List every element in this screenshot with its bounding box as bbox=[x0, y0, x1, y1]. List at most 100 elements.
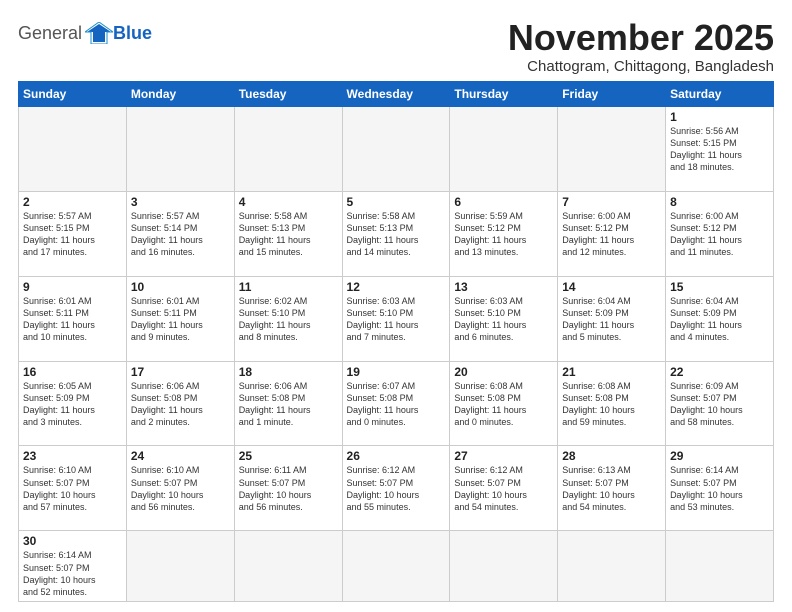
day-number: 22 bbox=[670, 365, 769, 379]
calendar-cell: 15Sunrise: 6:04 AM Sunset: 5:09 PM Dayli… bbox=[666, 276, 774, 361]
calendar-week-row: 30Sunrise: 6:14 AM Sunset: 5:07 PM Dayli… bbox=[19, 531, 774, 602]
calendar-cell: 23Sunrise: 6:10 AM Sunset: 5:07 PM Dayli… bbox=[19, 446, 127, 531]
calendar-cell: 28Sunrise: 6:13 AM Sunset: 5:07 PM Dayli… bbox=[558, 446, 666, 531]
day-info: Sunrise: 6:13 AM Sunset: 5:07 PM Dayligh… bbox=[562, 464, 661, 513]
day-info: Sunrise: 6:12 AM Sunset: 5:07 PM Dayligh… bbox=[347, 464, 446, 513]
calendar-cell bbox=[450, 531, 558, 602]
day-info: Sunrise: 6:07 AM Sunset: 5:08 PM Dayligh… bbox=[347, 380, 446, 429]
calendar-cell bbox=[342, 106, 450, 191]
calendar-cell: 2Sunrise: 5:57 AM Sunset: 5:15 PM Daylig… bbox=[19, 191, 127, 276]
calendar-cell bbox=[558, 106, 666, 191]
day-number: 26 bbox=[347, 449, 446, 463]
month-title: November 2025 bbox=[508, 18, 774, 58]
day-number: 9 bbox=[23, 280, 122, 294]
day-number: 11 bbox=[239, 280, 338, 294]
logo: General Blue bbox=[18, 22, 152, 44]
day-info: Sunrise: 6:09 AM Sunset: 5:07 PM Dayligh… bbox=[670, 380, 769, 429]
day-number: 23 bbox=[23, 449, 122, 463]
day-number: 17 bbox=[131, 365, 230, 379]
calendar-week-row: 1Sunrise: 5:56 AM Sunset: 5:15 PM Daylig… bbox=[19, 106, 774, 191]
day-number: 8 bbox=[670, 195, 769, 209]
calendar-cell bbox=[558, 531, 666, 602]
day-number: 4 bbox=[239, 195, 338, 209]
calendar-cell: 13Sunrise: 6:03 AM Sunset: 5:10 PM Dayli… bbox=[450, 276, 558, 361]
day-number: 15 bbox=[670, 280, 769, 294]
calendar-cell: 24Sunrise: 6:10 AM Sunset: 5:07 PM Dayli… bbox=[126, 446, 234, 531]
day-info: Sunrise: 6:01 AM Sunset: 5:11 PM Dayligh… bbox=[23, 295, 122, 344]
day-info: Sunrise: 5:57 AM Sunset: 5:15 PM Dayligh… bbox=[23, 210, 122, 259]
calendar-cell: 21Sunrise: 6:08 AM Sunset: 5:08 PM Dayli… bbox=[558, 361, 666, 446]
day-number: 25 bbox=[239, 449, 338, 463]
calendar-cell: 30Sunrise: 6:14 AM Sunset: 5:07 PM Dayli… bbox=[19, 531, 127, 602]
day-info: Sunrise: 6:10 AM Sunset: 5:07 PM Dayligh… bbox=[23, 464, 122, 513]
day-info: Sunrise: 6:12 AM Sunset: 5:07 PM Dayligh… bbox=[454, 464, 553, 513]
day-info: Sunrise: 6:14 AM Sunset: 5:07 PM Dayligh… bbox=[23, 549, 122, 598]
calendar-week-row: 9Sunrise: 6:01 AM Sunset: 5:11 PM Daylig… bbox=[19, 276, 774, 361]
weekday-header-wednesday: Wednesday bbox=[342, 81, 450, 106]
day-number: 27 bbox=[454, 449, 553, 463]
calendar-cell: 17Sunrise: 6:06 AM Sunset: 5:08 PM Dayli… bbox=[126, 361, 234, 446]
calendar-table: SundayMondayTuesdayWednesdayThursdayFrid… bbox=[18, 81, 774, 602]
day-number: 16 bbox=[23, 365, 122, 379]
calendar-cell: 18Sunrise: 6:06 AM Sunset: 5:08 PM Dayli… bbox=[234, 361, 342, 446]
weekday-header-monday: Monday bbox=[126, 81, 234, 106]
day-info: Sunrise: 6:05 AM Sunset: 5:09 PM Dayligh… bbox=[23, 380, 122, 429]
logo-general-text: General bbox=[18, 24, 82, 42]
day-number: 19 bbox=[347, 365, 446, 379]
logo-text: General Blue bbox=[18, 22, 152, 44]
day-number: 14 bbox=[562, 280, 661, 294]
calendar-week-row: 2Sunrise: 5:57 AM Sunset: 5:15 PM Daylig… bbox=[19, 191, 774, 276]
calendar-cell: 14Sunrise: 6:04 AM Sunset: 5:09 PM Dayli… bbox=[558, 276, 666, 361]
day-info: Sunrise: 6:03 AM Sunset: 5:10 PM Dayligh… bbox=[347, 295, 446, 344]
day-info: Sunrise: 6:08 AM Sunset: 5:08 PM Dayligh… bbox=[454, 380, 553, 429]
day-number: 7 bbox=[562, 195, 661, 209]
day-info: Sunrise: 6:11 AM Sunset: 5:07 PM Dayligh… bbox=[239, 464, 338, 513]
day-info: Sunrise: 5:57 AM Sunset: 5:14 PM Dayligh… bbox=[131, 210, 230, 259]
day-number: 13 bbox=[454, 280, 553, 294]
calendar-cell: 12Sunrise: 6:03 AM Sunset: 5:10 PM Dayli… bbox=[342, 276, 450, 361]
day-number: 6 bbox=[454, 195, 553, 209]
calendar-cell: 22Sunrise: 6:09 AM Sunset: 5:07 PM Dayli… bbox=[666, 361, 774, 446]
day-info: Sunrise: 6:08 AM Sunset: 5:08 PM Dayligh… bbox=[562, 380, 661, 429]
day-info: Sunrise: 6:06 AM Sunset: 5:08 PM Dayligh… bbox=[131, 380, 230, 429]
day-number: 5 bbox=[347, 195, 446, 209]
day-info: Sunrise: 6:02 AM Sunset: 5:10 PM Dayligh… bbox=[239, 295, 338, 344]
day-number: 2 bbox=[23, 195, 122, 209]
calendar-week-row: 16Sunrise: 6:05 AM Sunset: 5:09 PM Dayli… bbox=[19, 361, 774, 446]
calendar-cell bbox=[126, 106, 234, 191]
day-info: Sunrise: 6:01 AM Sunset: 5:11 PM Dayligh… bbox=[131, 295, 230, 344]
calendar-cell: 1Sunrise: 5:56 AM Sunset: 5:15 PM Daylig… bbox=[666, 106, 774, 191]
day-number: 10 bbox=[131, 280, 230, 294]
calendar-cell: 7Sunrise: 6:00 AM Sunset: 5:12 PM Daylig… bbox=[558, 191, 666, 276]
day-info: Sunrise: 5:58 AM Sunset: 5:13 PM Dayligh… bbox=[239, 210, 338, 259]
weekday-header-tuesday: Tuesday bbox=[234, 81, 342, 106]
day-info: Sunrise: 6:00 AM Sunset: 5:12 PM Dayligh… bbox=[562, 210, 661, 259]
day-info: Sunrise: 5:59 AM Sunset: 5:12 PM Dayligh… bbox=[454, 210, 553, 259]
calendar-cell: 6Sunrise: 5:59 AM Sunset: 5:12 PM Daylig… bbox=[450, 191, 558, 276]
logo-icon bbox=[85, 22, 113, 44]
calendar-cell bbox=[666, 531, 774, 602]
calendar-cell: 9Sunrise: 6:01 AM Sunset: 5:11 PM Daylig… bbox=[19, 276, 127, 361]
calendar-cell: 25Sunrise: 6:11 AM Sunset: 5:07 PM Dayli… bbox=[234, 446, 342, 531]
day-info: Sunrise: 6:06 AM Sunset: 5:08 PM Dayligh… bbox=[239, 380, 338, 429]
calendar-week-row: 23Sunrise: 6:10 AM Sunset: 5:07 PM Dayli… bbox=[19, 446, 774, 531]
day-info: Sunrise: 5:56 AM Sunset: 5:15 PM Dayligh… bbox=[670, 125, 769, 174]
day-number: 3 bbox=[131, 195, 230, 209]
day-number: 29 bbox=[670, 449, 769, 463]
calendar-cell bbox=[126, 531, 234, 602]
calendar-cell: 29Sunrise: 6:14 AM Sunset: 5:07 PM Dayli… bbox=[666, 446, 774, 531]
calendar-cell: 10Sunrise: 6:01 AM Sunset: 5:11 PM Dayli… bbox=[126, 276, 234, 361]
calendar-cell bbox=[234, 531, 342, 602]
calendar-cell bbox=[234, 106, 342, 191]
calendar-cell: 19Sunrise: 6:07 AM Sunset: 5:08 PM Dayli… bbox=[342, 361, 450, 446]
day-info: Sunrise: 6:14 AM Sunset: 5:07 PM Dayligh… bbox=[670, 464, 769, 513]
calendar-cell: 8Sunrise: 6:00 AM Sunset: 5:12 PM Daylig… bbox=[666, 191, 774, 276]
calendar-cell bbox=[450, 106, 558, 191]
day-number: 28 bbox=[562, 449, 661, 463]
day-number: 21 bbox=[562, 365, 661, 379]
location-text: Chattogram, Chittagong, Bangladesh bbox=[508, 58, 774, 75]
logo-blue-text: Blue bbox=[113, 24, 152, 42]
calendar-cell bbox=[19, 106, 127, 191]
day-number: 24 bbox=[131, 449, 230, 463]
weekday-header-row: SundayMondayTuesdayWednesdayThursdayFrid… bbox=[19, 81, 774, 106]
